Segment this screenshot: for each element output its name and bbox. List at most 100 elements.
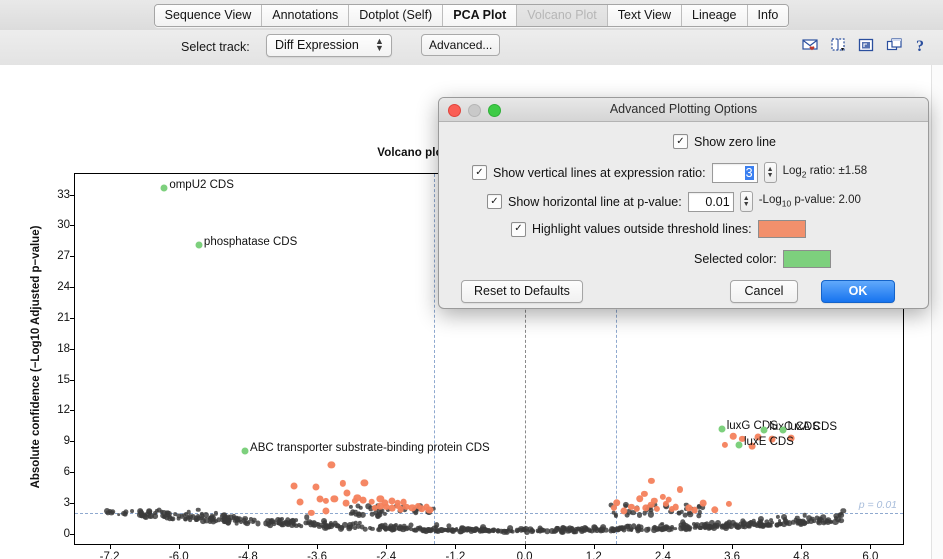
- scatter-point: [353, 512, 359, 517]
- expression-ratio-stepper[interactable]: ▲ ▼: [763, 162, 777, 183]
- track-select-value: Diff Expression: [275, 38, 359, 52]
- threshold-vertical-line: [433, 174, 435, 544]
- highlight-values-checkbox[interactable]: ✓: [511, 221, 526, 237]
- tab-annotations[interactable]: Annotations: [262, 4, 350, 26]
- tab-lineage[interactable]: Lineage: [682, 4, 748, 26]
- show-horizontal-line-row[interactable]: ✓ Show horizontal line at p-value: 0.01 …: [487, 191, 861, 212]
- scatter-point: [726, 519, 732, 525]
- scatter-point: [107, 509, 112, 514]
- p-value-stepper[interactable]: ▲ ▼: [739, 191, 753, 212]
- app-window: Sequence View Annotations Dotplot (Self) PC…: [0, 0, 943, 559]
- highlight-values-row[interactable]: ✓ Highlight values outside threshold lin…: [511, 220, 806, 238]
- scatter-point-significant: [648, 478, 655, 485]
- selected-color-row[interactable]: Selected color:: [694, 250, 831, 268]
- scatter-point-significant: [339, 480, 347, 487]
- scatter-point: [369, 512, 375, 517]
- x-tick-mark: [455, 544, 457, 549]
- toolbar-icon-group: ?: [802, 37, 931, 55]
- minimize-icon[interactable]: [468, 104, 481, 117]
- scatter-point: [116, 512, 121, 517]
- zoom-icon[interactable]: [488, 104, 501, 117]
- advanced-plotting-options-dialog: Advanced Plotting Options ✓ Show zero li…: [438, 97, 929, 309]
- p-value-input[interactable]: 0.01: [687, 191, 734, 212]
- expression-ratio-input[interactable]: 3: [711, 162, 758, 183]
- show-zero-line-checkbox[interactable]: ✓: [673, 134, 688, 149]
- scatter-point: [255, 520, 261, 526]
- scatter-point: [332, 521, 338, 526]
- scatter-point-selected: [718, 425, 726, 433]
- scatter-point: [129, 508, 134, 513]
- track-select[interactable]: Diff Expression ▲ ▼: [266, 34, 392, 57]
- scatter-point-significant: [290, 482, 298, 490]
- scatter-point-significant: [322, 497, 329, 504]
- cancel-button[interactable]: Cancel: [730, 280, 798, 303]
- scatter-point-significant: [726, 500, 733, 507]
- scatter-point: [736, 524, 742, 530]
- y-tick-mark: [70, 502, 75, 504]
- x-tick-label: -6.0: [168, 551, 189, 559]
- scatter-point-significant: [330, 495, 339, 503]
- scatter-point: [726, 524, 732, 529]
- vertical-scrollbar[interactable]: [931, 65, 943, 559]
- new-window-icon[interactable]: [886, 37, 903, 55]
- x-tick-label: 4.8: [793, 551, 810, 559]
- y-tick-label: 9: [63, 435, 70, 448]
- split-column-icon[interactable]: [830, 37, 847, 55]
- x-tick-label: 0.0: [516, 551, 533, 559]
- show-vertical-lines-row[interactable]: ✓ Show vertical lines at expression rati…: [472, 162, 867, 183]
- scatter-point: [199, 513, 205, 519]
- show-zero-line-row[interactable]: ✓ Show zero line: [673, 134, 776, 149]
- scatter-point: [284, 517, 291, 523]
- tab-dotplot-self[interactable]: Dotplot (Self): [349, 4, 444, 26]
- svg-text:?: ?: [916, 38, 924, 55]
- point-label: luxE CDS: [744, 436, 794, 449]
- highlight-color-swatch[interactable]: [757, 220, 806, 238]
- scatter-point: [226, 520, 231, 526]
- scatter-point: [636, 526, 641, 531]
- reset-to-defaults-button[interactable]: Reset to Defaults: [461, 280, 583, 303]
- tab-sequence-view[interactable]: Sequence View: [154, 4, 263, 26]
- y-tick-label: 33: [57, 188, 70, 201]
- tab-group: Sequence View Annotations Dotplot (Self) PC…: [153, 3, 790, 27]
- show-vertical-lines-checkbox[interactable]: ✓: [472, 165, 487, 180]
- export-image-icon[interactable]: [858, 37, 875, 55]
- show-horizontal-line-checkbox[interactable]: ✓: [487, 194, 502, 209]
- ok-button[interactable]: OK: [821, 280, 895, 303]
- scatter-point: [832, 518, 839, 525]
- advanced-button[interactable]: Advanced...: [421, 34, 501, 56]
- scatter-point: [231, 516, 236, 520]
- scatter-point: [733, 522, 738, 526]
- x-tick-label: 1.2: [585, 551, 602, 559]
- y-tick-mark: [70, 256, 75, 258]
- scatter-point: [367, 525, 372, 530]
- scatter-point: [322, 524, 329, 531]
- dialog-body: ✓ Show zero line ✓ Show vertical lines a…: [439, 122, 928, 308]
- x-tick-mark: [109, 544, 111, 549]
- scatter-point: [491, 529, 496, 534]
- x-tick-label: 3.6: [724, 551, 741, 559]
- y-tick-mark: [70, 225, 75, 227]
- close-icon[interactable]: [448, 104, 461, 117]
- log2-ratio-hint: Log2 ratio: ±1.58: [782, 165, 868, 180]
- tab-pca-plot[interactable]: PCA Plot: [443, 4, 518, 26]
- help-icon[interactable]: ?: [914, 37, 931, 55]
- neg-log10-pvalue-hint: -Log10 p-value: 2.00: [758, 194, 861, 209]
- scatter-point: [183, 516, 188, 522]
- selected-color-swatch[interactable]: [782, 250, 831, 268]
- scatter-point: [427, 527, 432, 533]
- scatter-point: [477, 528, 482, 533]
- show-zero-line-label: Show zero line: [694, 134, 776, 149]
- scatter-point-significant: [699, 499, 707, 507]
- x-tick-mark: [662, 544, 664, 549]
- x-tick-label: -4.8: [237, 551, 258, 559]
- show-vertical-lines-label: Show vertical lines at expression ratio:: [493, 165, 706, 180]
- tab-text-view[interactable]: Text View: [607, 4, 683, 26]
- mail-icon[interactable]: [802, 37, 819, 55]
- x-tick-label: 2.4: [654, 551, 671, 559]
- scatter-point: [405, 525, 411, 531]
- x-tick-label: -7.2: [99, 551, 120, 559]
- tab-info[interactable]: Info: [747, 4, 789, 26]
- y-tick-label: 6: [63, 466, 70, 478]
- selected-color-label: Selected color:: [694, 252, 777, 266]
- scatter-point: [698, 526, 703, 531]
